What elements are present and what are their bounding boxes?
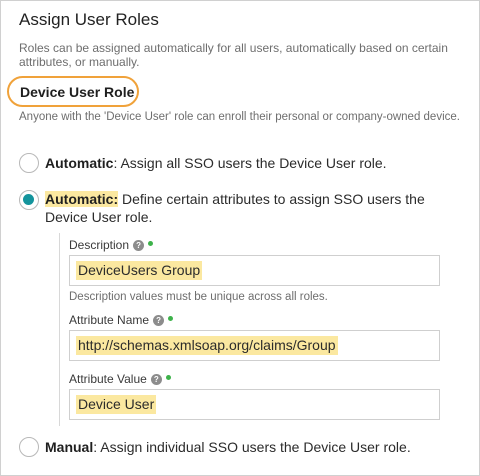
required-dot-icon <box>165 375 171 380</box>
page-description: Roles can be assigned automatically for … <box>19 41 448 69</box>
attributes-subpanel-divider <box>59 233 60 426</box>
attribute-value-field[interactable]: Device User <box>69 389 440 420</box>
help-icon[interactable]: ? <box>133 240 145 251</box>
assign-user-roles-panel: Assign User Roles Roles can be assigned … <box>0 0 480 476</box>
option-automatic-all-label: Automatic <box>45 155 114 171</box>
description-field[interactable]: DeviceUsers Group <box>69 255 440 286</box>
help-icon[interactable]: ? <box>153 315 165 326</box>
attribute-value-field-value: Device User <box>76 395 157 414</box>
description-field-label: Description? <box>69 238 154 252</box>
attribute-name-label-text: Attribute Name <box>69 313 150 327</box>
option-manual-label: Manual <box>45 439 94 455</box>
attribute-name-field-label: Attribute Name? <box>69 313 174 327</box>
attribute-name-field-value: http://schemas.xmlsoap.org/claims/Group <box>76 336 338 355</box>
option-manual-text: : Assign individual SSO users the Device… <box>93 439 411 455</box>
attribute-value-field-label: Attribute Value? <box>69 372 171 386</box>
help-icon[interactable]: ? <box>150 374 162 385</box>
description-label-text: Description <box>69 238 130 252</box>
attribute-name-field[interactable]: http://schemas.xmlsoap.org/claims/Group <box>69 330 440 361</box>
radio-automatic-attributes[interactable] <box>19 190 39 210</box>
page-title: Assign User Roles <box>19 10 159 29</box>
required-dot-icon <box>148 241 154 246</box>
option-automatic-attributes[interactable]: Automatic: Define certain attributes to … <box>45 190 445 226</box>
section-title-callout: Device User Role <box>7 76 139 107</box>
radio-manual[interactable] <box>19 437 39 457</box>
section-title: Device User Role <box>20 84 135 100</box>
option-automatic-all[interactable]: Automatic: Assign all SSO users the Devi… <box>45 154 387 172</box>
section-description: Anyone with the 'Device User' role can e… <box>19 111 460 123</box>
option-automatic-all-text: : Assign all SSO users the Device User r… <box>113 155 387 171</box>
description-field-hint: Description values must be unique across… <box>69 291 328 303</box>
description-field-value: DeviceUsers Group <box>76 261 203 280</box>
attribute-value-label-text: Attribute Value <box>69 372 147 386</box>
option-automatic-attributes-label: Automatic: <box>45 191 119 207</box>
required-dot-icon <box>168 316 174 321</box>
radio-automatic-all[interactable] <box>19 153 39 173</box>
option-manual[interactable]: Manual: Assign individual SSO users the … <box>45 438 411 456</box>
